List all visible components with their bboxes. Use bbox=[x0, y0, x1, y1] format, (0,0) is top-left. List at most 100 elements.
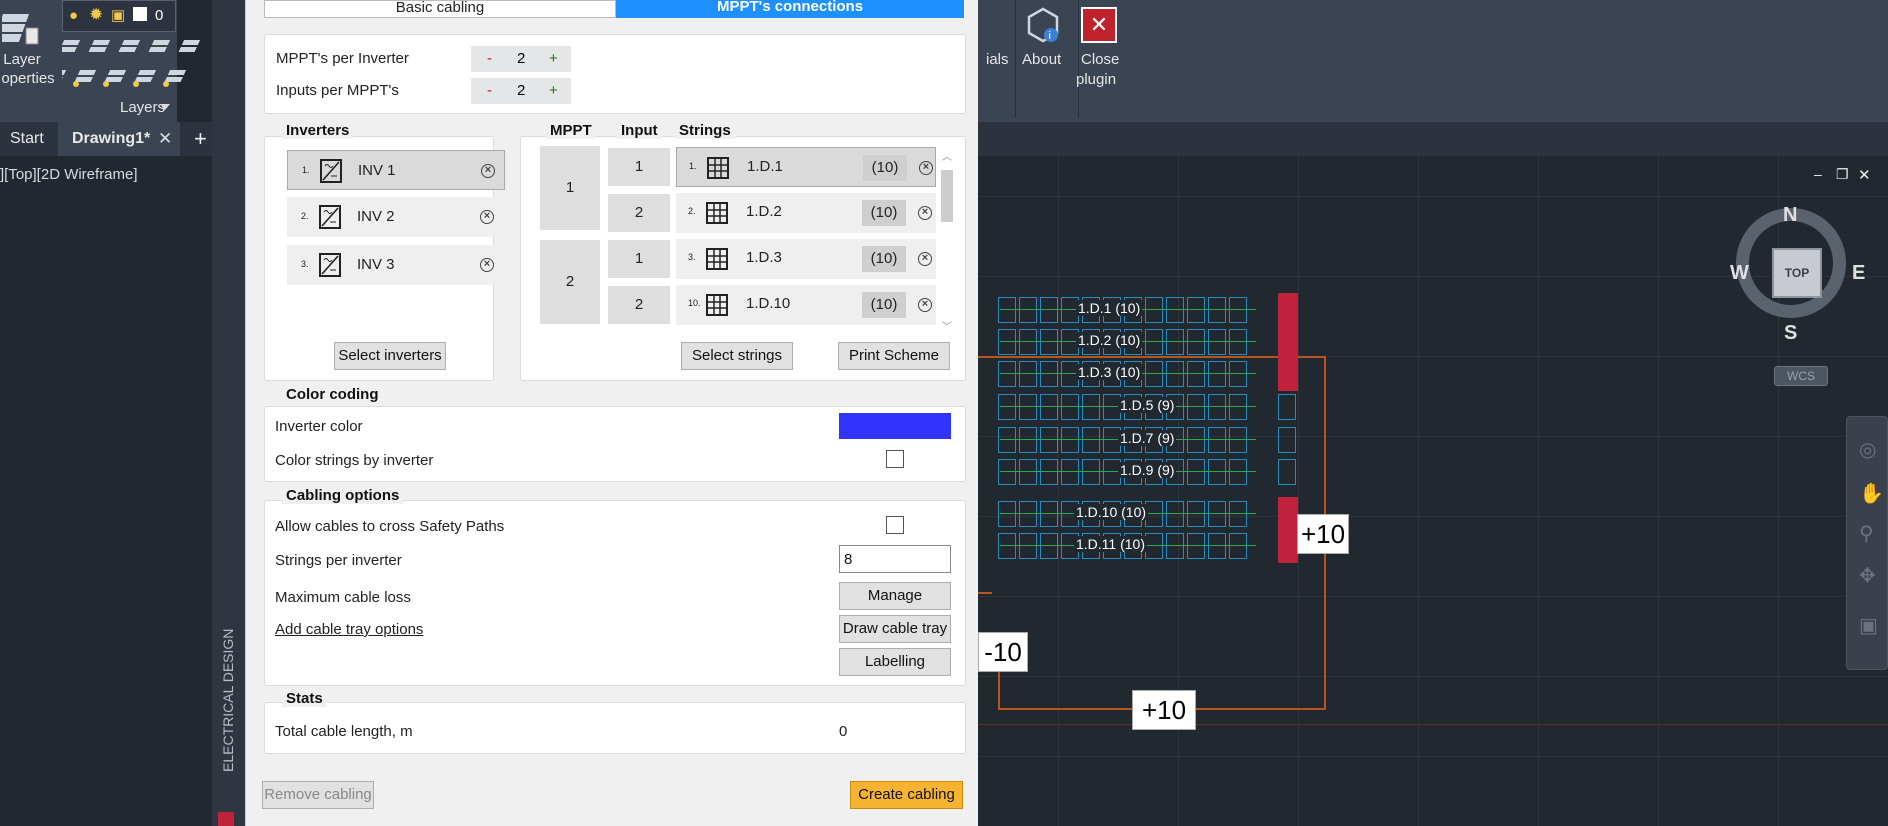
strings-scrollbar[interactable]: ︿ ﹀ bbox=[938, 148, 956, 333]
viewcube-top[interactable]: TOP bbox=[1772, 248, 1822, 298]
remove-cabling-button[interactable]: Remove cabling bbox=[262, 781, 374, 809]
chevron-up-icon[interactable]: ︿ bbox=[942, 148, 952, 163]
allow-cross-label: Allow cables to cross Safety Paths bbox=[275, 518, 505, 535]
tab-mppt-connections[interactable]: MPPT's connections bbox=[616, 0, 964, 18]
pv-module bbox=[1145, 297, 1163, 323]
tab-drawing1-label[interactable]: Drawing1* bbox=[72, 130, 150, 148]
close-plugin-icon[interactable]: ✕ bbox=[1081, 7, 1117, 43]
compass-east[interactable]: E bbox=[1852, 262, 1865, 285]
pv-module bbox=[1019, 329, 1037, 355]
viewport-left[interactable]: ][Top][2D Wireframe] bbox=[0, 156, 212, 826]
minimize-icon[interactable]: – bbox=[1814, 166, 1822, 182]
tab-start[interactable]: Start bbox=[10, 130, 44, 148]
inverter-color-swatch[interactable] bbox=[839, 413, 951, 439]
chevron-down-icon[interactable] bbox=[160, 104, 170, 110]
strings-per-inverter-value[interactable]: 8 bbox=[844, 551, 852, 568]
string-row[interactable]: 1.D.2 (10) bbox=[978, 328, 1278, 356]
remove-icon[interactable]: × bbox=[481, 164, 495, 178]
draw-cable-tray-button[interactable]: Draw cable tray bbox=[839, 615, 951, 643]
zoom-icon[interactable]: ⚲ bbox=[1859, 521, 1874, 546]
tab-basic-cabling[interactable]: Basic cabling bbox=[264, 0, 616, 18]
pv-module bbox=[1229, 394, 1247, 420]
add-cable-tray-link[interactable]: Add cable tray options bbox=[275, 621, 423, 638]
pan-icon[interactable]: ✋ bbox=[1859, 481, 1884, 506]
cabling-panel: Basic cabling MPPT's connections MPPT's … bbox=[245, 0, 979, 826]
print-scheme-button[interactable]: Print Scheme bbox=[838, 342, 950, 370]
pv-module bbox=[1145, 533, 1163, 559]
decrement-button[interactable]: - bbox=[487, 50, 492, 67]
string-row[interactable]: 1.D.9 (9) bbox=[978, 458, 1278, 486]
chevron-down-icon[interactable]: ﹀ bbox=[942, 318, 952, 333]
close-icon[interactable]: ✕ bbox=[158, 129, 172, 149]
orbit-icon[interactable]: ✥ bbox=[1859, 563, 1876, 588]
inverter-item[interactable]: 2. INV 2 × bbox=[287, 197, 505, 237]
remove-icon[interactable]: × bbox=[918, 206, 932, 220]
pv-module bbox=[1208, 533, 1226, 559]
about-icon[interactable]: i bbox=[1023, 5, 1063, 45]
steering-wheel-icon[interactable]: ◎ bbox=[1859, 437, 1876, 462]
viewport-label[interactable]: ][Top][2D Wireframe] bbox=[0, 166, 138, 183]
inputs-per-mppt-stepper[interactable]: - 2 + bbox=[471, 78, 571, 104]
pv-module bbox=[1187, 459, 1205, 485]
create-cabling-button[interactable]: Create cabling bbox=[850, 781, 963, 809]
layer-dropdown[interactable]: ● ✹ ▣ 0 bbox=[62, 0, 176, 32]
pv-module bbox=[1019, 394, 1037, 420]
increment-button[interactable]: + bbox=[549, 82, 558, 99]
pv-module bbox=[1019, 297, 1037, 323]
solar-panel-icon bbox=[706, 202, 728, 224]
close-icon[interactable]: ✕ bbox=[1858, 166, 1871, 184]
decrement-button[interactable]: - bbox=[487, 82, 492, 99]
inverter-index: 1. bbox=[302, 165, 310, 175]
pv-module bbox=[1040, 361, 1058, 387]
navigation-bar[interactable]: ◎ ✋ ⚲ ✥ ▣ bbox=[1846, 416, 1888, 670]
color-strings-checkbox[interactable] bbox=[886, 450, 904, 468]
inverter-item[interactable]: 3. INV 3 × bbox=[287, 245, 505, 285]
manage-button[interactable]: Manage bbox=[839, 582, 951, 610]
layer-properties-icon[interactable] bbox=[0, 6, 42, 52]
string-row[interactable]: 1.D.5 (9) bbox=[978, 393, 1278, 421]
layers-panel-label[interactable]: Layers bbox=[120, 98, 165, 117]
string-index: 2. bbox=[688, 206, 696, 216]
partial-ribbon-label[interactable]: ials bbox=[986, 50, 1009, 69]
pv-module bbox=[1187, 427, 1205, 453]
string-item[interactable]: 3. 1.D.3 (10) × bbox=[676, 239, 936, 279]
string-item[interactable]: 1. 1.D.1 (10) × bbox=[676, 147, 936, 187]
showmotion-icon[interactable]: ▣ bbox=[1859, 613, 1878, 638]
string-row[interactable]: 1.D.3 (10) bbox=[978, 360, 1278, 388]
remove-icon[interactable]: × bbox=[918, 252, 932, 266]
strings-per-inverter-input[interactable]: 8 bbox=[839, 545, 951, 573]
close-plugin-label-1[interactable]: Close bbox=[1081, 50, 1119, 69]
compass-west[interactable]: W bbox=[1730, 262, 1749, 285]
remove-icon[interactable]: × bbox=[918, 298, 932, 312]
remove-icon[interactable]: × bbox=[919, 161, 933, 175]
cabling-options-header: Cabling options bbox=[282, 487, 404, 504]
increment-button[interactable]: + bbox=[549, 50, 558, 67]
wcs-menu[interactable]: WCS bbox=[1774, 366, 1828, 386]
about-label[interactable]: About bbox=[1022, 50, 1061, 69]
allow-cross-checkbox[interactable] bbox=[886, 516, 904, 534]
select-strings-button[interactable]: Select strings bbox=[681, 342, 793, 370]
close-plugin-label-2[interactable]: plugin bbox=[1076, 70, 1116, 89]
restore-icon[interactable]: ❐ bbox=[1836, 166, 1849, 183]
pv-module bbox=[998, 394, 1016, 420]
string-row[interactable]: 1.D.1 (10) bbox=[978, 296, 1278, 324]
remove-icon[interactable]: × bbox=[480, 258, 494, 272]
max-cable-loss-label: Maximum cable loss bbox=[275, 589, 411, 606]
remove-icon[interactable]: × bbox=[480, 210, 494, 224]
compass-south[interactable]: S bbox=[1784, 322, 1797, 345]
mppt-per-inverter-stepper[interactable]: - 2 + bbox=[471, 46, 571, 72]
string-row[interactable]: 1.D.11 (10) bbox=[978, 532, 1278, 560]
string-item[interactable]: 10. 1.D.10 (10) × bbox=[676, 285, 936, 325]
string-row[interactable]: 1.D.10 (10) bbox=[978, 500, 1278, 528]
drawing-canvas[interactable]: – ❐ ✕ 1.D.1 (10) 1.D.2 (10) 1.D.3 (10) 1.D.… bbox=[978, 156, 1888, 826]
add-tab-icon[interactable]: + bbox=[194, 126, 207, 152]
select-inverters-button[interactable]: Select inverters bbox=[334, 342, 446, 370]
inverter-item[interactable]: 1. INV 1 × bbox=[287, 150, 505, 190]
scrollbar-thumb[interactable] bbox=[941, 170, 953, 222]
pv-module bbox=[1187, 329, 1205, 355]
string-row[interactable]: 1.D.7 (9) bbox=[978, 426, 1278, 454]
compass-north[interactable]: N bbox=[1783, 204, 1797, 227]
color-strings-label: Color strings by inverter bbox=[275, 452, 434, 469]
labelling-button[interactable]: Labelling bbox=[839, 648, 951, 676]
string-item[interactable]: 2. 1.D.2 (10) × bbox=[676, 193, 936, 233]
